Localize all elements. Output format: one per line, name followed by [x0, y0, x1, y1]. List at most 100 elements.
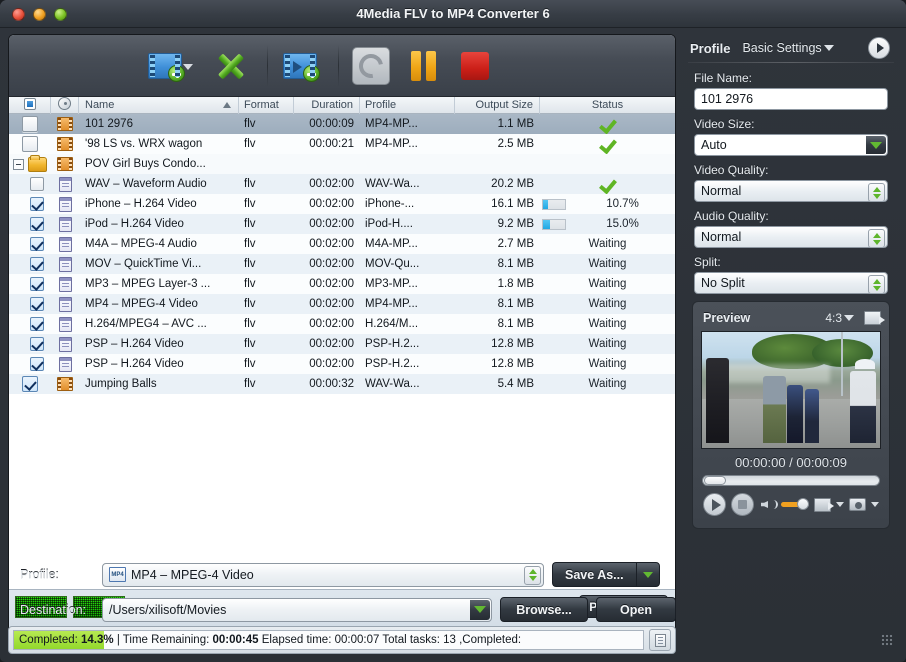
- row-checkbox[interactable]: [22, 116, 38, 132]
- row-status: Waiting: [540, 234, 675, 254]
- row-checkbox[interactable]: [30, 217, 44, 231]
- row-checkbox[interactable]: [30, 237, 44, 251]
- video-size-dropdown-icon[interactable]: [866, 136, 886, 154]
- save-as-split-button[interactable]: Save As...: [552, 562, 660, 587]
- table-row[interactable]: POV Girl Buys Condo...: [9, 154, 675, 174]
- save-as-button[interactable]: Save As...: [552, 562, 636, 587]
- add-file-button[interactable]: [139, 40, 193, 92]
- volume-handle[interactable]: [797, 498, 810, 510]
- row-profile: WAV-Wa...: [365, 178, 420, 190]
- row-status-text: Waiting: [588, 278, 627, 290]
- row-checkbox-cell[interactable]: [9, 254, 51, 274]
- column-header-select-all[interactable]: [9, 96, 51, 114]
- row-checkbox-cell[interactable]: [9, 334, 51, 354]
- split-select[interactable]: No Split: [694, 272, 888, 294]
- audio-quality-select[interactable]: Normal: [694, 226, 888, 248]
- row-checkbox-cell[interactable]: [9, 294, 51, 314]
- row-checkbox[interactable]: [30, 317, 44, 331]
- resize-grip[interactable]: [881, 634, 893, 646]
- play-button[interactable]: [703, 493, 726, 516]
- chevron-down-icon[interactable]: [836, 502, 844, 507]
- chevron-down-icon[interactable]: [183, 64, 193, 70]
- video-size-select[interactable]: Auto: [694, 134, 888, 156]
- column-header-disc[interactable]: [51, 96, 79, 114]
- row-checkbox[interactable]: [30, 177, 44, 191]
- row-checkbox[interactable]: [22, 376, 38, 392]
- table-row[interactable]: '98 LS vs. WRX wagon flv 00:00:21 MP4-MP...…: [9, 134, 675, 154]
- table-row[interactable]: MP3 – MPEG Layer-3 ... flv 00:02:00 MP3-MP.…: [9, 274, 675, 294]
- convert-button[interactable]: [345, 40, 397, 92]
- snapshot-folder-icon[interactable]: [814, 497, 834, 512]
- row-checkbox-cell[interactable]: [9, 154, 51, 174]
- video-quality-select[interactable]: Normal: [694, 180, 888, 202]
- row-checkbox-cell[interactable]: [9, 374, 51, 394]
- chevron-down-icon[interactable]: [871, 502, 879, 507]
- row-checkbox[interactable]: [30, 337, 44, 351]
- table-row[interactable]: Jumping Balls flv 00:00:32 WAV-Wa... 5.4 MB W…: [9, 374, 675, 394]
- stop-preview-button[interactable]: [731, 493, 754, 516]
- row-status: Waiting: [540, 314, 675, 334]
- camera-icon[interactable]: [849, 498, 866, 511]
- table-row[interactable]: 101 2976 flv 00:00:09 MP4-MP... 1.1 MB: [9, 114, 675, 134]
- volume-icon[interactable]: [761, 498, 778, 511]
- remove-file-button[interactable]: [205, 40, 257, 92]
- row-checkbox[interactable]: [30, 297, 44, 311]
- collapse-panel-button[interactable]: [868, 37, 890, 59]
- column-header-name[interactable]: Name: [79, 96, 239, 114]
- table-row[interactable]: WAV – Waveform Audio flv 00:02:00 WAV-Wa...…: [9, 174, 675, 194]
- destination-input[interactable]: /Users/xilisoft/Movies: [102, 597, 492, 622]
- pause-button[interactable]: [397, 40, 449, 92]
- table-row[interactable]: MOV – QuickTime Vi... flv 00:02:00 MOV-Qu..…: [9, 254, 675, 274]
- row-checkbox-cell[interactable]: [9, 354, 51, 374]
- column-header-format[interactable]: Format: [239, 96, 294, 114]
- row-checkbox-cell[interactable]: [9, 274, 51, 294]
- select-all-checkbox[interactable]: [23, 97, 36, 110]
- table-row[interactable]: iPod – H.264 Video flv 00:02:00 iPod-H.... 9…: [9, 214, 675, 234]
- table-row[interactable]: M4A – MPEG-4 Audio flv 00:02:00 M4A-MP... 2.…: [9, 234, 675, 254]
- column-header-status[interactable]: Status: [540, 97, 675, 114]
- row-checkbox[interactable]: [30, 277, 44, 291]
- fullscreen-icon[interactable]: [864, 311, 885, 325]
- profile-doc-icon: [58, 356, 72, 372]
- stop-button[interactable]: [449, 40, 501, 92]
- row-checkbox-cell[interactable]: [9, 234, 51, 254]
- row-checkbox[interactable]: [30, 197, 44, 211]
- destination-dropdown-icon[interactable]: [470, 599, 490, 620]
- column-header-profile[interactable]: Profile: [360, 96, 455, 114]
- row-output-size: 1.8 MB: [497, 278, 534, 290]
- settings-mode-dropdown[interactable]: Basic Settings: [742, 41, 834, 55]
- table-row[interactable]: iPhone – H.264 Video flv 00:02:00 iPhone-..…: [9, 194, 675, 214]
- table-row[interactable]: MP4 – MPEG-4 Video flv 00:02:00 MP4-MP... 8.…: [9, 294, 675, 314]
- save-as-dropdown-icon[interactable]: [635, 562, 660, 587]
- row-checkbox-cell[interactable]: [9, 134, 51, 154]
- table-row[interactable]: H.264/MPEG4 – AVC ... flv 00:02:00 H.264/M.…: [9, 314, 675, 334]
- row-checkbox-cell[interactable]: [9, 314, 51, 334]
- audio-quality-stepper[interactable]: [868, 229, 885, 248]
- table-row[interactable]: PSP – H.264 Video flv 00:02:00 PSP-H.2... 12…: [9, 354, 675, 374]
- row-checkbox-cell[interactable]: [9, 114, 51, 134]
- column-header-output-size[interactable]: Output Size: [455, 96, 540, 114]
- aspect-ratio-dropdown[interactable]: 4:3: [825, 311, 854, 325]
- row-checkbox-cell[interactable]: [9, 174, 51, 194]
- table-row[interactable]: PSP – H.264 Video flv 00:02:00 PSP-H.2... 12…: [9, 334, 675, 354]
- open-button[interactable]: Open: [596, 597, 676, 622]
- video-quality-stepper[interactable]: [868, 183, 885, 202]
- column-header-duration[interactable]: Duration: [294, 96, 360, 114]
- seek-handle[interactable]: [704, 476, 726, 485]
- add-profile-button[interactable]: [274, 40, 326, 92]
- row-checkbox-cell[interactable]: [9, 214, 51, 234]
- seek-bar[interactable]: [702, 475, 880, 486]
- browse-button[interactable]: Browse...: [500, 597, 588, 622]
- row-checkbox[interactable]: [30, 257, 44, 271]
- log-button[interactable]: [649, 629, 671, 651]
- preview-video[interactable]: [701, 331, 881, 449]
- file-name-input[interactable]: 101 2976: [694, 88, 888, 110]
- row-checkbox[interactable]: [22, 136, 38, 152]
- row-checkbox-cell[interactable]: [9, 194, 51, 214]
- profile-stepper[interactable]: [524, 565, 541, 585]
- group-expander-icon[interactable]: [13, 158, 24, 170]
- split-stepper[interactable]: [868, 275, 885, 294]
- profile-select[interactable]: MP4 MP4 – MPEG-4 Video: [102, 562, 544, 587]
- volume-slider[interactable]: [781, 498, 810, 510]
- row-checkbox[interactable]: [30, 357, 44, 371]
